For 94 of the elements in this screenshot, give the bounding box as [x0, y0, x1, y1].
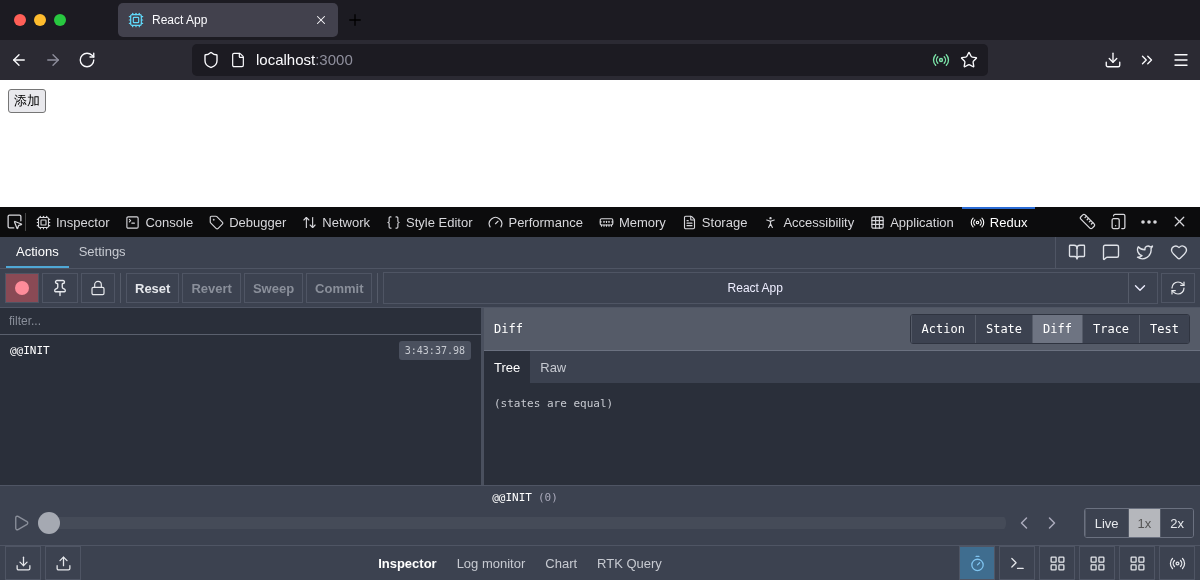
- picker-icon: [6, 213, 23, 231]
- grid-icon: [1048, 554, 1066, 572]
- export-button[interactable]: [45, 546, 81, 580]
- ruler-icon: [1079, 213, 1096, 231]
- devices-icon: [1110, 213, 1127, 231]
- devtools-tab[interactable]: Application: [862, 206, 962, 237]
- monitor-tab[interactable]: Test: [1139, 315, 1189, 344]
- speed-button[interactable]: 2x: [1160, 509, 1193, 538]
- document-icon: [681, 215, 697, 231]
- braces-icon: [386, 215, 401, 231]
- tab-label: Redux: [989, 215, 1028, 231]
- more-icon[interactable]: [1141, 219, 1157, 224]
- import-button[interactable]: [5, 546, 41, 580]
- tool-button[interactable]: [1039, 546, 1075, 580]
- tab-label: Style Editor: [406, 215, 473, 231]
- devtools-tab[interactable]: Accessibility: [755, 206, 863, 237]
- sync-icon: [1170, 280, 1186, 296]
- view-tab[interactable]: Raw: [530, 351, 577, 384]
- grid-icon: [1128, 554, 1146, 572]
- tool-button[interactable]: [959, 546, 995, 580]
- tab-label: Accessibility: [783, 215, 855, 231]
- add-button[interactable]: 添加: [8, 88, 46, 113]
- book-icon: [1068, 243, 1086, 262]
- shield-icon: [202, 50, 220, 69]
- tool-button[interactable]: [1079, 546, 1115, 580]
- tab-label: Console: [145, 215, 194, 231]
- address-bar[interactable]: localhost:3000: [192, 43, 988, 76]
- diff-message: (states are equal): [493, 396, 615, 413]
- devtools-tab[interactable]: Debugger: [201, 206, 295, 237]
- speed-button[interactable]: 1x: [1127, 509, 1161, 538]
- record-button[interactable]: [5, 273, 39, 303]
- chip-icon: [36, 215, 51, 231]
- zoom-window-button[interactable]: [54, 13, 66, 26]
- tray-upload-icon: [54, 554, 72, 572]
- devtools-tab[interactable]: Inspector: [28, 206, 118, 237]
- tool-button[interactable]: [1119, 546, 1155, 580]
- tool-button[interactable]: [999, 546, 1035, 580]
- star-icon: [960, 50, 978, 69]
- devtools-tab[interactable]: Memory: [590, 206, 674, 237]
- action-time: 3:43:37.98: [398, 341, 471, 361]
- browser-tab[interactable]: React App: [118, 2, 338, 37]
- monitor-tab[interactable]: State: [974, 315, 1033, 344]
- tab-title: React App: [152, 12, 208, 27]
- url-text: localhost:3000: [256, 51, 353, 69]
- panel-tab[interactable]: Actions: [6, 236, 69, 268]
- monitor-tab[interactable]: Diff: [1032, 315, 1082, 344]
- chat-icon: [1102, 243, 1120, 262]
- reload-icon: [78, 50, 96, 69]
- current-action: @@INIT: [492, 490, 532, 504]
- monitor-option[interactable]: Inspector: [371, 555, 444, 571]
- toolbar-button[interactable]: Reset: [126, 273, 180, 303]
- devtools-tab[interactable]: Network: [294, 206, 378, 237]
- terminal-icon: [125, 215, 141, 231]
- panel-title: Diff: [494, 322, 523, 337]
- pin-icon: [51, 279, 69, 297]
- monitor-option[interactable]: Log monitor: [449, 555, 533, 571]
- close-window-button[interactable]: [14, 13, 26, 26]
- monitor-option[interactable]: RTK Query: [590, 555, 669, 571]
- grid-icon: [1088, 554, 1106, 572]
- slider-thumb[interactable]: [38, 512, 60, 535]
- heart-icon: [1170, 243, 1188, 262]
- action-index: (0): [537, 490, 558, 504]
- instance-select[interactable]: React App: [383, 272, 1158, 304]
- tab-label: Debugger: [229, 215, 287, 231]
- devtools-tab[interactable]: Style Editor: [378, 206, 481, 237]
- page-icon: [230, 51, 246, 68]
- monitor-option[interactable]: Chart: [538, 555, 585, 571]
- pin-button[interactable]: [42, 273, 78, 303]
- lock-button[interactable]: [81, 273, 115, 303]
- tab-label: Application: [890, 215, 954, 231]
- grid-icon: [870, 215, 886, 231]
- sync-button[interactable]: [1161, 273, 1195, 303]
- monitor-tab[interactable]: Trace: [1081, 315, 1140, 344]
- arrows-icon: [302, 215, 318, 231]
- devtools-tab[interactable]: Storage: [673, 206, 756, 237]
- tab-label: Performance: [508, 215, 583, 231]
- tab-label: Memory: [618, 215, 666, 231]
- view-tab[interactable]: Tree: [484, 351, 531, 384]
- devtools-tab[interactable]: Console: [117, 206, 202, 237]
- lock-icon: [90, 280, 106, 296]
- panel-tab[interactable]: Settings: [68, 236, 136, 268]
- tab-label: Storage: [701, 215, 748, 231]
- monitor-tab[interactable]: Action: [910, 315, 975, 344]
- play-icon: [12, 514, 30, 533]
- tool-button[interactable]: [1159, 546, 1195, 580]
- devtools-tab[interactable]: Performance: [480, 206, 591, 237]
- tag-icon: [209, 215, 225, 231]
- action-name[interactable]: @@INIT: [10, 344, 50, 358]
- tab-label: Network: [322, 215, 370, 231]
- timer-icon: [968, 554, 986, 572]
- minimize-window-button[interactable]: [34, 13, 46, 26]
- bird-icon: [1136, 243, 1154, 262]
- tray-download-icon: [14, 554, 32, 572]
- tab-label: Inspector: [56, 215, 110, 231]
